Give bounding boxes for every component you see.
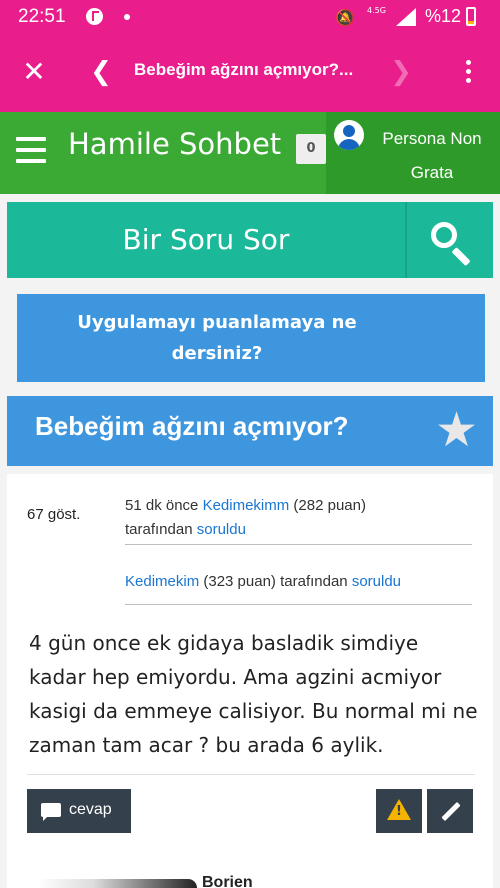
reply-button-label: cevap <box>69 801 112 818</box>
bell-muted-icon: 🔕 <box>335 8 355 27</box>
network-type: 4.5G <box>367 6 386 15</box>
site-brand[interactable]: Hamile Sohbet <box>68 126 281 162</box>
ask-question-button[interactable]: Bir Soru Sor <box>7 202 405 278</box>
question-card: 67 göst. 51 dk önce Kedimekimm (282 puan… <box>7 474 493 888</box>
notification-count-badge[interactable]: 0 <box>296 134 326 164</box>
pencil-icon <box>441 801 461 822</box>
editor-link[interactable]: Kedimekim <box>125 573 199 590</box>
asker-points: (282 puan) <box>293 497 366 514</box>
ask-question-bar: Bir Soru Sor <box>7 202 493 278</box>
back-icon[interactable]: ❮ <box>88 54 114 90</box>
edit-button[interactable] <box>427 789 473 833</box>
report-button[interactable]: ! <box>376 789 422 833</box>
rate-app-text: Uygulamayı puanlamaya ne dersiniz? <box>77 312 357 364</box>
battery-level: %12 <box>425 6 462 26</box>
status-time: 22:51 <box>18 6 66 27</box>
divider <box>27 774 475 775</box>
edited-action-link[interactable]: soruldu <box>352 573 401 590</box>
status-bar: 22:51 🔕 4.5G %12 <box>0 0 500 34</box>
user-name: Persona Non Grata <box>382 129 482 182</box>
battery-icon <box>466 7 476 26</box>
asked-meta: 51 dk önce Kedimekimm (282 puan) tarafın… <box>125 494 465 542</box>
close-icon[interactable]: ✕ <box>19 54 49 90</box>
user-avatar-icon <box>334 120 364 150</box>
music-icon <box>86 8 103 25</box>
forward-icon[interactable]: ❯ <box>390 54 412 90</box>
favorite-star-icon[interactable]: ★ <box>435 402 478 458</box>
asker-link[interactable]: Kedimekimm <box>203 497 290 514</box>
question-title: Bebeğim ağzını açmıyor? <box>35 411 349 441</box>
editor-points: (323 puan) <box>203 573 276 590</box>
asked-action-link[interactable]: soruldu <box>197 521 246 538</box>
view-count: 67 göst. <box>27 506 81 523</box>
hamburger-menu-icon[interactable] <box>16 136 46 164</box>
browser-nav-bar: ✕ ❮ Bebeğim ağzını açmıyor?... ❯ <box>0 34 500 112</box>
asked-by-label: tarafından <box>125 521 193 538</box>
divider <box>125 544 472 545</box>
page-title: Bebeğim ağzını açmıyor?... <box>134 60 354 79</box>
search-icon <box>431 222 457 248</box>
reply-button[interactable]: cevap <box>27 789 131 833</box>
signal-icon <box>396 8 416 26</box>
edited-meta: Kedimekim (323 puan) tarafından soruldu <box>125 573 401 590</box>
edited-by-label: tarafından <box>280 573 348 590</box>
divider <box>125 604 472 605</box>
comment-icon <box>41 803 61 821</box>
site-header: Hamile Sohbet 0 Persona Non Grata <box>0 112 500 194</box>
user-menu[interactable]: Persona Non Grata <box>326 112 500 194</box>
answer-author-name[interactable]: Borien <box>202 874 253 888</box>
answer-avatar <box>37 879 197 888</box>
asked-time: 51 dk önce <box>125 497 199 514</box>
question-header: Bebeğim ağzını açmıyor? ★ <box>7 396 493 466</box>
question-body: 4 gün once ek gidaya basladik simdiye ka… <box>29 631 478 757</box>
more-vert-icon[interactable] <box>457 58 481 86</box>
search-button[interactable] <box>405 202 493 278</box>
notification-dot-icon <box>124 14 130 20</box>
rate-app-prompt[interactable]: Uygulamayı puanlamaya ne dersiniz? <box>17 294 485 382</box>
